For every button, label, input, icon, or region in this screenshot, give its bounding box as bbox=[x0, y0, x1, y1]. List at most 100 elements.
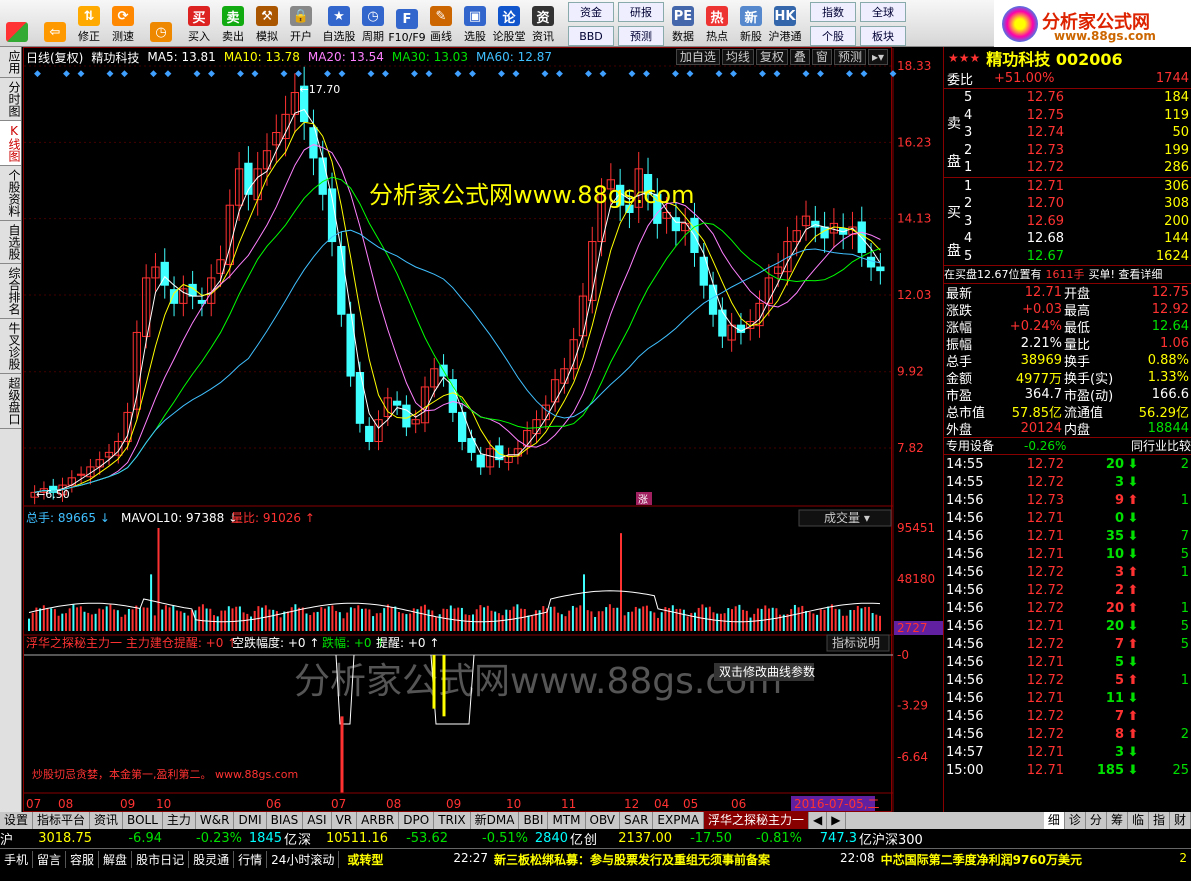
toolbar-box-0[interactable]: 资金 bbox=[568, 2, 614, 22]
indicator-tab-3[interactable]: BOLL bbox=[123, 812, 163, 829]
toolbar-box-3[interactable]: 预测 bbox=[618, 26, 664, 46]
indicator-tab-19[interactable]: 浮华之探秘主力一 bbox=[704, 812, 810, 829]
toolbar-button-10[interactable]: ◷ 周期 bbox=[356, 0, 390, 46]
indicator-tab-5[interactable]: W&R bbox=[196, 812, 235, 829]
status-tab-3[interactable]: 解盘 bbox=[99, 851, 133, 868]
status-tab-1[interactable]: 留言 bbox=[33, 851, 67, 868]
toolbar2-button-3[interactable]: HK 沪港通 bbox=[768, 0, 802, 46]
indicator-tab-16[interactable]: OBV bbox=[586, 812, 621, 829]
news2[interactable]: 中芯国际第二季度净利润9760万美元 bbox=[881, 851, 1082, 868]
volume-bar bbox=[849, 609, 852, 631]
toolbar-button-2[interactable]: ⇅ 修正 bbox=[72, 0, 106, 46]
status-tab-6[interactable]: 行情 bbox=[234, 851, 268, 868]
quote-value: 1.33% bbox=[1147, 369, 1189, 385]
toolbar-button-13[interactable]: ▣ 选股 bbox=[458, 0, 492, 46]
notice-row[interactable]: 在买盘12.67位置有 1611手 买单! 查看详细 bbox=[944, 266, 1191, 284]
kline-chart[interactable]: 日线(复权) 精功科技 MA5: 13.81 MA10: 13.78 MA20:… bbox=[23, 47, 944, 813]
sell-level[interactable]: 2 12.73 199 bbox=[944, 142, 1191, 160]
sell-level[interactable]: 5 12.76 184 bbox=[944, 89, 1191, 107]
signal-diamond: ◆ bbox=[846, 69, 853, 79]
toolbar-button-14[interactable]: 论论股堂 bbox=[492, 0, 526, 46]
toolbar-box2-0[interactable]: 指数 bbox=[810, 2, 856, 22]
right-tab-6[interactable]: 财 bbox=[1170, 812, 1191, 829]
status-tab-4[interactable]: 股市日记 bbox=[132, 851, 190, 868]
indicator-tab-13[interactable]: 新DMA bbox=[471, 812, 520, 829]
indicator-tab-17[interactable]: SAR bbox=[620, 812, 654, 829]
tick-price: 12.72 bbox=[1026, 564, 1064, 580]
left-tab-2[interactable]: K线图 bbox=[0, 121, 21, 166]
status-tab-2[interactable]: 容服 bbox=[66, 851, 100, 868]
status-tab-7[interactable]: 24小时滚动 bbox=[267, 851, 340, 868]
buy-level[interactable]: 4 12.68 144 bbox=[944, 230, 1191, 248]
indicator-tab-18[interactable]: EXPMA bbox=[653, 812, 705, 829]
toolbar-box2-3[interactable]: 板块 bbox=[860, 26, 906, 46]
left-tab-1[interactable]: 分时图 bbox=[0, 78, 21, 121]
index-bar: 沪 3018.75 -6.94 -0.23% 1845 亿深 10511.16 -53.62-… bbox=[0, 829, 1191, 848]
right-tab-1[interactable]: 诊 bbox=[1065, 812, 1086, 829]
toolbar-button-9[interactable]: ★ 自选股 bbox=[322, 0, 356, 46]
indicator-tab-15[interactable]: MTM bbox=[548, 812, 586, 829]
toolbar-button-8[interactable]: 🔒 开户 bbox=[284, 0, 318, 46]
toolbar-button-1[interactable]: ⇦ bbox=[38, 0, 72, 46]
toolbar-button-6[interactable]: 卖卖出 bbox=[216, 0, 250, 46]
tick-price: 12.72 bbox=[1026, 708, 1064, 724]
indicator-tab-4[interactable]: 主力 bbox=[163, 812, 196, 829]
volume-bar bbox=[623, 615, 626, 631]
toolbar-box2-2[interactable]: 个股 bbox=[810, 26, 856, 46]
sell-level[interactable]: 1 12.72 286 bbox=[944, 159, 1191, 177]
toolbar-button-7[interactable]: ⚒ 模拟 bbox=[250, 0, 284, 46]
right-tab-5[interactable]: 指 bbox=[1149, 812, 1170, 829]
right-tab-4[interactable]: 临 bbox=[1128, 812, 1149, 829]
left-tab-0[interactable]: 应用 bbox=[0, 47, 21, 78]
industry-row[interactable]: 专用设备 -0.26% 同行业比较 bbox=[944, 437, 1191, 455]
indicator-tab-6[interactable]: DMI bbox=[234, 812, 267, 829]
indicator-tab-10[interactable]: ARBR bbox=[357, 812, 400, 829]
indicator-tab-14[interactable]: BBI bbox=[519, 812, 549, 829]
compare-link[interactable]: 同行业比较 bbox=[1094, 437, 1191, 454]
toolbar-button-12[interactable]: ✎ 画线 bbox=[424, 0, 458, 46]
tab-scroll-right-icon[interactable]: ▶ bbox=[827, 812, 846, 829]
right-tab-2[interactable]: 分 bbox=[1086, 812, 1107, 829]
news1[interactable]: 新三板松绑私募：参与股票发行及重组无须事前备案 bbox=[494, 851, 770, 868]
toolbar-button-0[interactable] bbox=[0, 0, 34, 46]
volume-bar bbox=[327, 606, 330, 631]
status-tab-5[interactable]: 股灵通 bbox=[189, 851, 235, 868]
left-tab-5[interactable]: 综合排名 bbox=[0, 264, 21, 319]
toolbar2-button-2[interactable]: 新新股 bbox=[734, 0, 768, 46]
buy-level[interactable]: 5 12.67 1624 bbox=[944, 248, 1191, 266]
indicator-tab-7[interactable]: BIAS bbox=[267, 812, 304, 829]
sell-level[interactable]: 4 12.75 119 bbox=[944, 107, 1191, 125]
toolbar-button-4[interactable]: ◷ bbox=[144, 0, 178, 46]
left-tab-6[interactable]: 牛叉诊股 bbox=[0, 319, 21, 374]
indicator-tab-8[interactable]: ASI bbox=[303, 812, 332, 829]
indicator-tab-9[interactable]: VR bbox=[332, 812, 358, 829]
toolbar-button-15[interactable]: 资资讯 bbox=[526, 0, 560, 46]
date-tick: 10 bbox=[156, 797, 171, 811]
toolbar-button-11[interactable]: F F10/F9 bbox=[388, 0, 426, 46]
left-tab-4[interactable]: 自选股 bbox=[0, 221, 21, 264]
indicator-tab-12[interactable]: TRIX bbox=[434, 812, 471, 829]
buy-level[interactable]: 2 12.70 308 bbox=[944, 195, 1191, 213]
status-tab-0[interactable]: 手机 bbox=[0, 851, 34, 868]
toolbar-button-5[interactable]: 买买入 bbox=[182, 0, 216, 46]
indicator-tab-0[interactable]: 设置 bbox=[0, 812, 34, 829]
indicator-tab-11[interactable]: DPO bbox=[399, 812, 435, 829]
buy-level[interactable]: 3 12.69 200 bbox=[944, 213, 1191, 231]
toolbar-box-1[interactable]: 研报 bbox=[618, 2, 664, 22]
right-tab-3[interactable]: 筹 bbox=[1107, 812, 1128, 829]
toolbar-box-2[interactable]: BBD bbox=[568, 26, 614, 46]
sell-level[interactable]: 3 12.74 50 bbox=[944, 124, 1191, 142]
indicator-tab-2[interactable]: 资讯 bbox=[90, 812, 124, 829]
toolbar-box2-1[interactable]: 全球 bbox=[860, 2, 906, 22]
buy-level[interactable]: 1 12.71 306 bbox=[944, 178, 1191, 196]
left-tab-3[interactable]: 个股资料 bbox=[0, 166, 21, 221]
volume-bar bbox=[827, 606, 830, 631]
tick-extra: 25 bbox=[1172, 762, 1189, 778]
toolbar2-button-1[interactable]: 热热点 bbox=[700, 0, 734, 46]
right-tab-0[interactable]: 细 bbox=[1043, 812, 1065, 829]
indicator-tab-1[interactable]: 指标平台 bbox=[33, 812, 91, 829]
toolbar-button-3[interactable]: ⟳ 测速 bbox=[106, 0, 140, 46]
tab-scroll-left-icon[interactable]: ◀ bbox=[809, 812, 828, 829]
left-tab-7[interactable]: 超级盘口 bbox=[0, 374, 21, 429]
toolbar2-button-0[interactable]: PE 数据 bbox=[666, 0, 700, 46]
